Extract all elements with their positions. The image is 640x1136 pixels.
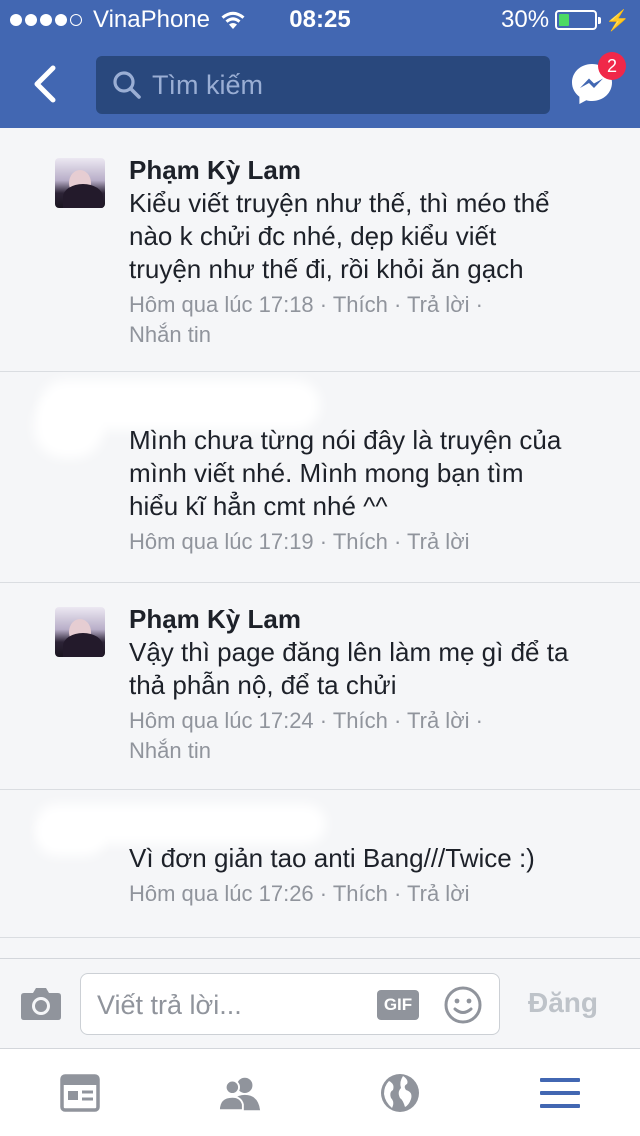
battery-level <box>559 14 570 26</box>
comment-text-line: nào k chửi đc nhé, dẹp kiểu viết <box>129 221 497 251</box>
tab-friends[interactable] <box>218 1071 262 1115</box>
comment-body: Mình chưa từng nói đây là truyện của mìn… <box>129 424 618 557</box>
like-link[interactable]: Thích <box>333 708 388 733</box>
charging-icon: ⚡ <box>605 9 630 32</box>
friends-icon <box>218 1077 261 1111</box>
comment-time: Hôm qua lúc 17:26 <box>129 881 314 906</box>
redacted-avatar <box>36 816 106 856</box>
comment-item: Vì đơn giản tao anti Bang///Twice :) Hôm… <box>0 790 640 938</box>
message-link[interactable]: Nhắn tin <box>129 738 211 763</box>
smiley-icon[interactable] <box>443 985 483 1025</box>
comment-author[interactable]: Phạm Kỳ Lam <box>129 154 618 187</box>
messenger-badge: 2 <box>598 52 626 80</box>
reply-link[interactable]: Trả lời <box>407 708 470 733</box>
comment-meta: Hôm qua lúc 17:19 · Thích · Trả lời <box>129 529 470 554</box>
comment-time: Hôm qua lúc 17:19 <box>129 529 314 554</box>
chevron-left-icon <box>34 65 56 103</box>
comment-text-line: Kiểu viết truyện như thế, thì méo thể <box>129 188 550 218</box>
status-right: 30% ⚡ <box>501 6 630 34</box>
menu-icon <box>540 1078 580 1108</box>
comment-text-line: thả phẫn nộ, để ta chửi <box>129 670 397 700</box>
comment-item: Phạm Kỳ Lam Kiểu viết truyện như thế, th… <box>0 128 640 372</box>
comment-text-line: mình viết nhé. Mình mong bạn tìm <box>129 458 524 488</box>
message-link[interactable]: Nhắn tin <box>129 322 211 347</box>
like-link[interactable]: Thích <box>333 881 388 906</box>
comment-time: Hôm qua lúc 17:24 <box>129 708 314 733</box>
comment-item: Phạm Kỳ Lam Vậy thì page đăng lên làm mẹ… <box>0 583 640 790</box>
comment-author[interactable]: Phạm Kỳ Lam <box>129 603 618 636</box>
comment-list: Phạm Kỳ Lam Kiểu viết truyện như thế, th… <box>0 128 640 938</box>
reply-bar: Viết trả lời... GIF Đăng <box>0 958 640 1048</box>
comment-meta: Hôm qua lúc 17:18 · Thích · Trả lời · <box>129 292 483 317</box>
comment-text-line: Vì đơn giản tao anti Bang///Twice :) <box>129 843 535 873</box>
comment-text-line: Mình chưa từng nói đây là truyện của <box>129 425 562 455</box>
globe-icon <box>381 1074 419 1112</box>
like-link[interactable]: Thích <box>333 529 388 554</box>
tab-notifications[interactable] <box>378 1071 422 1115</box>
search-icon <box>113 71 141 99</box>
back-button[interactable] <box>22 60 70 108</box>
comment-body: Phạm Kỳ Lam Vậy thì page đăng lên làm mẹ… <box>129 603 618 766</box>
reply-link[interactable]: Trả lời <box>407 292 470 317</box>
comment-text-line: Vậy thì page đăng lên làm mẹ gì để ta <box>129 637 569 667</box>
battery-icon <box>555 10 602 30</box>
search-placeholder: Tìm kiếm <box>152 69 263 100</box>
reply-placeholder: Viết trả lời... <box>97 990 242 1020</box>
comment-meta: Hôm qua lúc 17:24 · Thích · Trả lời · <box>129 708 483 733</box>
tab-news-feed[interactable] <box>58 1071 102 1115</box>
nav-bar: Tìm kiếm 2 <box>0 40 640 128</box>
avatar[interactable] <box>55 158 105 208</box>
comment-body: Vì đơn giản tao anti Bang///Twice :) Hôm… <box>129 842 618 909</box>
comment-item: Mình chưa từng nói đây là truyện của mìn… <box>0 372 640 583</box>
comment-meta: Hôm qua lúc 17:26 · Thích · Trả lời <box>129 881 470 906</box>
comment-time: Hôm qua lúc 17:18 <box>129 292 314 317</box>
post-button[interactable]: Đăng <box>528 987 598 1019</box>
gif-button[interactable]: GIF <box>377 990 419 1020</box>
tab-menu[interactable] <box>538 1071 582 1115</box>
tab-bar <box>0 1048 640 1136</box>
search-input[interactable]: Tìm kiếm <box>96 56 550 114</box>
reply-link[interactable]: Trả lời <box>407 881 470 906</box>
battery-percent: 30% <box>501 6 550 33</box>
like-link[interactable]: Thích <box>333 292 388 317</box>
comment-text-line: truyện như thế đi, rồi khỏi ăn gạch <box>129 254 524 284</box>
comment-body: Phạm Kỳ Lam Kiểu viết truyện như thế, th… <box>129 154 618 350</box>
comment-text-line: hiểu kĩ hẳn cmt nhé ^^ <box>129 491 388 521</box>
status-bar: VinaPhone 08:25 30% ⚡ <box>0 0 640 40</box>
camera-icon[interactable] <box>20 985 62 1021</box>
reply-input[interactable]: Viết trả lời... GIF <box>80 973 500 1035</box>
comment-meta-line2: Nhắn tin <box>129 736 618 766</box>
redacted-avatar <box>34 394 104 458</box>
avatar[interactable] <box>55 607 105 657</box>
comment-meta-line2: Nhắn tin <box>129 320 618 350</box>
reply-link[interactable]: Trả lời <box>407 529 470 554</box>
news-feed-icon <box>60 1074 100 1112</box>
